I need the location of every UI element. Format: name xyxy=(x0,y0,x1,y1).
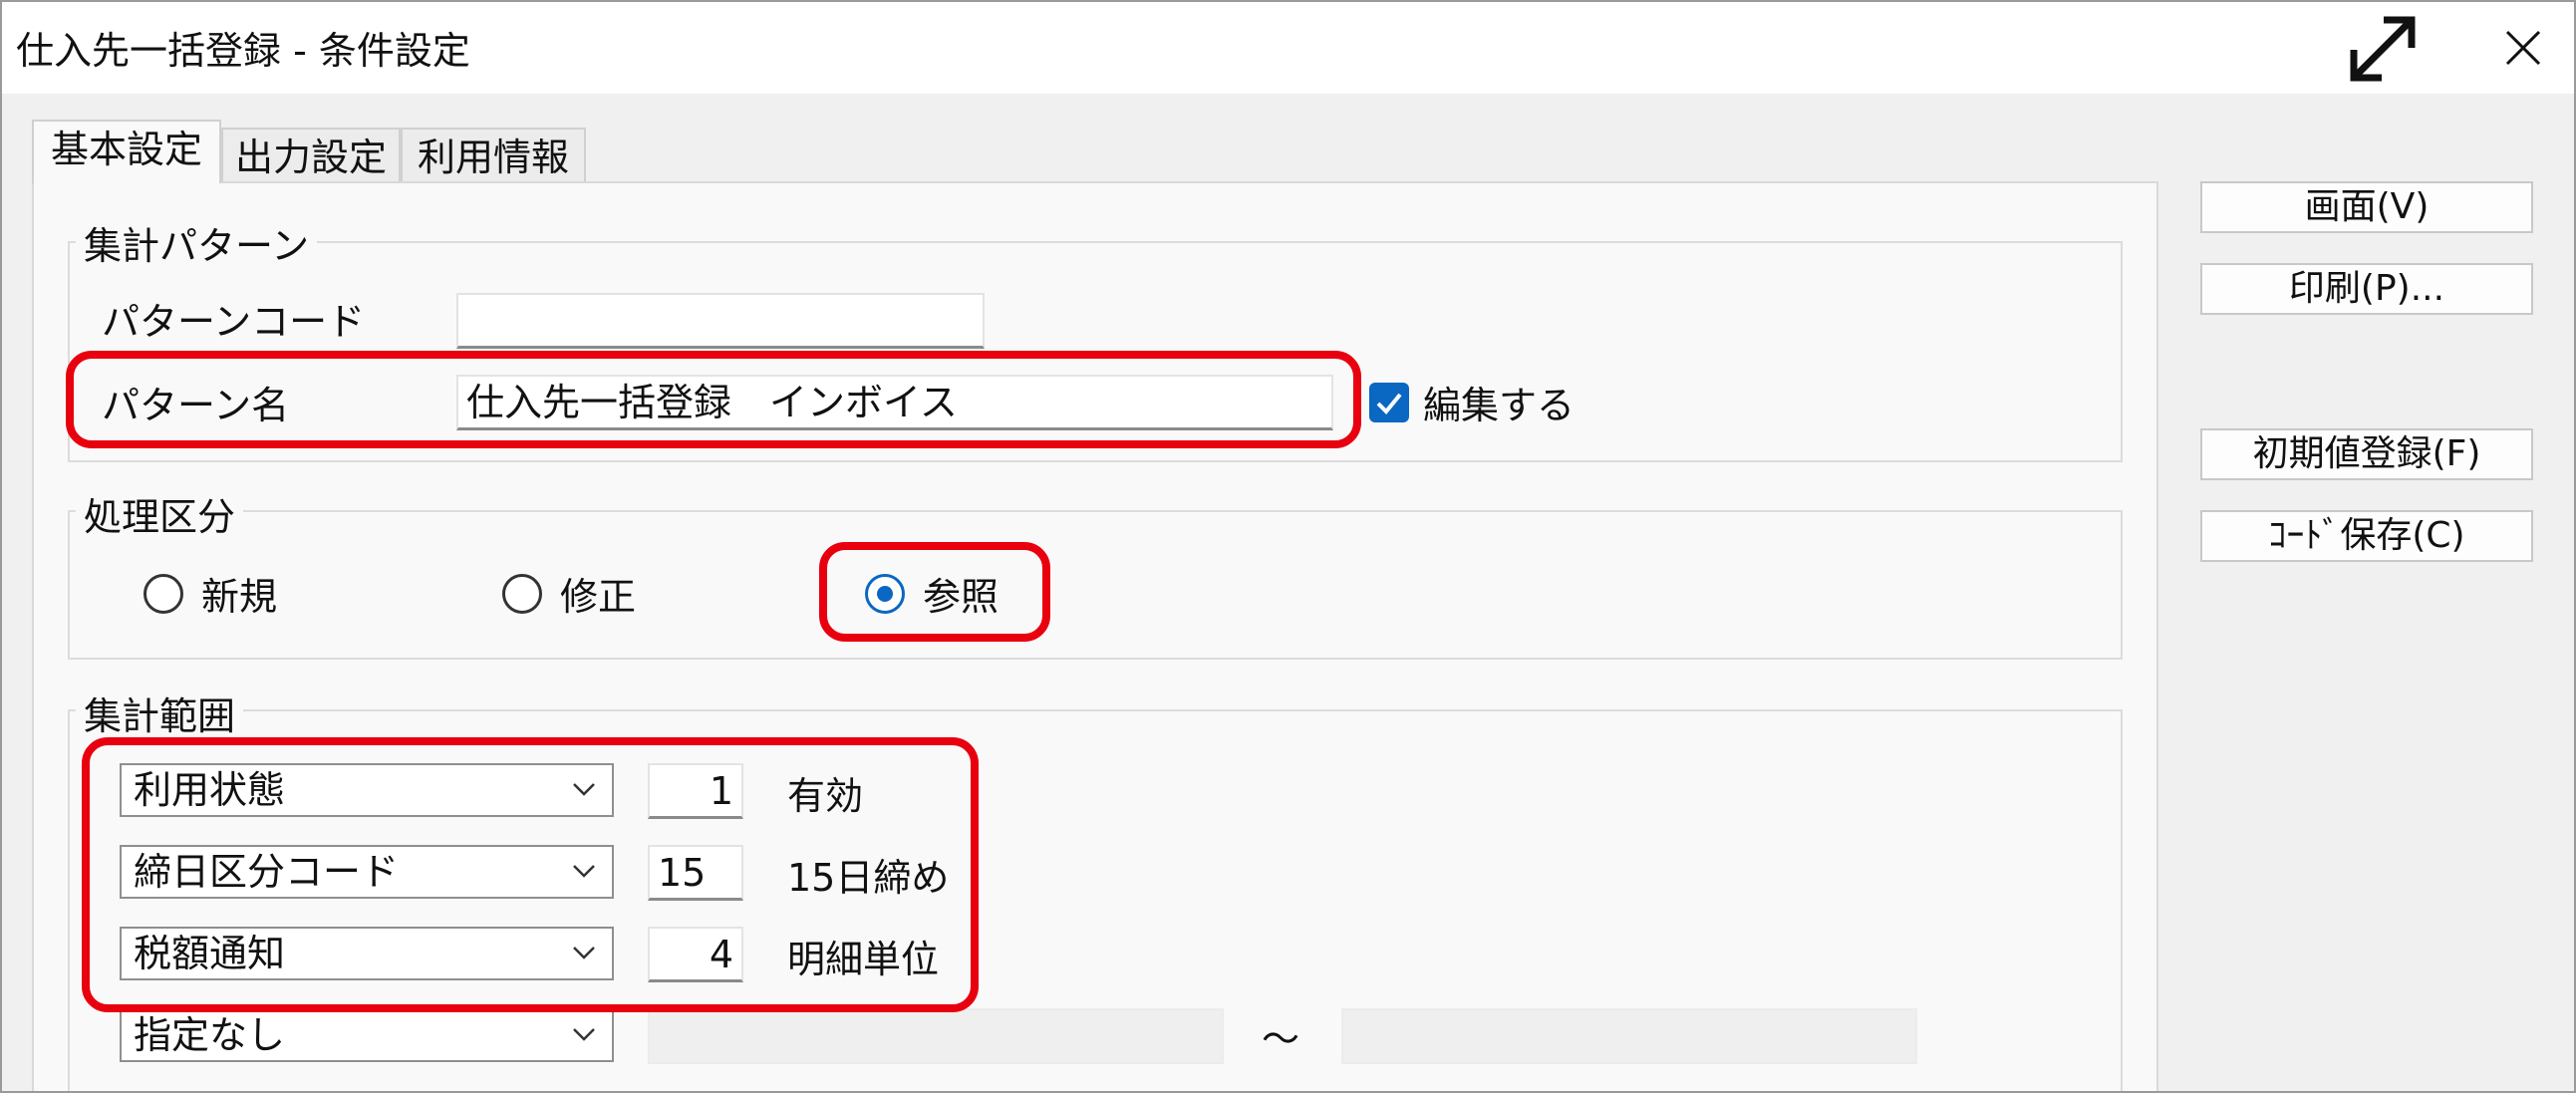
pattern-code-input[interactable] xyxy=(456,293,985,349)
pattern-name-input[interactable]: 仕入先一括登録 インボイス xyxy=(456,375,1333,430)
print-button[interactable]: 印刷(P)... xyxy=(2200,263,2533,315)
range-from-input xyxy=(648,1008,1224,1064)
window-title: 仕入先一括登録 - 条件設定 xyxy=(16,29,470,73)
range-desc-3: 明細単位 xyxy=(787,938,940,981)
range-to-input xyxy=(1341,1008,1917,1064)
edit-checkbox-label: 編集する xyxy=(1423,384,1575,427)
pattern-group-label: 集計パターン xyxy=(76,215,318,270)
range-field-select-4[interactable]: 指定なし xyxy=(120,1008,614,1062)
chevron-down-icon xyxy=(573,865,595,878)
range-separator: ～ xyxy=(1262,1017,1300,1061)
radio-modify[interactable] xyxy=(502,574,542,614)
range-desc-1: 有効 xyxy=(787,774,864,818)
close-icon[interactable] xyxy=(2489,14,2557,82)
edit-checkbox[interactable] xyxy=(1369,383,1409,422)
checkmark-icon xyxy=(1376,393,1402,414)
radio-modify-label: 修正 xyxy=(560,575,637,619)
title-bar: 仕入先一括登録 - 条件設定 xyxy=(2,2,2574,94)
range-value-input-2[interactable]: 15 xyxy=(648,845,743,901)
tab-usage-info[interactable]: 利用情報 xyxy=(401,128,586,183)
range-value-input-1[interactable]: 1 xyxy=(648,763,743,819)
tab-basic-settings[interactable]: 基本設定 xyxy=(32,120,221,183)
initial-value-register-button[interactable]: 初期値登録(F) xyxy=(2200,428,2533,480)
dialog-window: 仕入先一括登録 - 条件設定 基本設定 出力設定 利用情報 集計パターン パター… xyxy=(0,0,2576,1093)
code-save-button[interactable]: ｺｰﾄﾞ保存(C) xyxy=(2200,510,2533,562)
processing-group xyxy=(68,510,2123,660)
select-value: 締日区分コード xyxy=(134,850,400,894)
screen-button[interactable]: 画面(V) xyxy=(2200,181,2533,233)
chevron-down-icon xyxy=(573,1028,595,1041)
tab-output-settings[interactable]: 出力設定 xyxy=(221,128,401,183)
radio-reference[interactable] xyxy=(865,574,905,614)
radio-new[interactable] xyxy=(143,574,183,614)
maximize-icon[interactable] xyxy=(2346,12,2420,86)
range-desc-2: 15日締め xyxy=(787,856,950,900)
select-value: 利用状態 xyxy=(134,768,286,812)
range-field-select-3[interactable]: 税額通知 xyxy=(120,927,614,980)
select-value: 税額通知 xyxy=(134,932,286,975)
chevron-down-icon xyxy=(573,947,595,959)
range-group-label: 集計範囲 xyxy=(76,685,244,740)
pattern-code-label: パターンコード xyxy=(102,300,366,344)
radio-new-label: 新規 xyxy=(201,575,278,619)
processing-group-label: 処理区分 xyxy=(76,486,244,541)
radio-reference-label: 参照 xyxy=(923,575,1000,619)
range-field-select-2[interactable]: 締日区分コード xyxy=(120,845,614,899)
range-field-select-1[interactable]: 利用状態 xyxy=(120,763,614,817)
select-value: 指定なし xyxy=(134,1013,286,1057)
basic-settings-panel: 集計パターン パターンコード パターン名 仕入先一括登録 インボイス 編集する … xyxy=(32,181,2158,1091)
chevron-down-icon xyxy=(573,783,595,796)
pattern-name-label: パターン名 xyxy=(102,384,290,427)
range-value-input-3[interactable]: 4 xyxy=(648,927,743,982)
